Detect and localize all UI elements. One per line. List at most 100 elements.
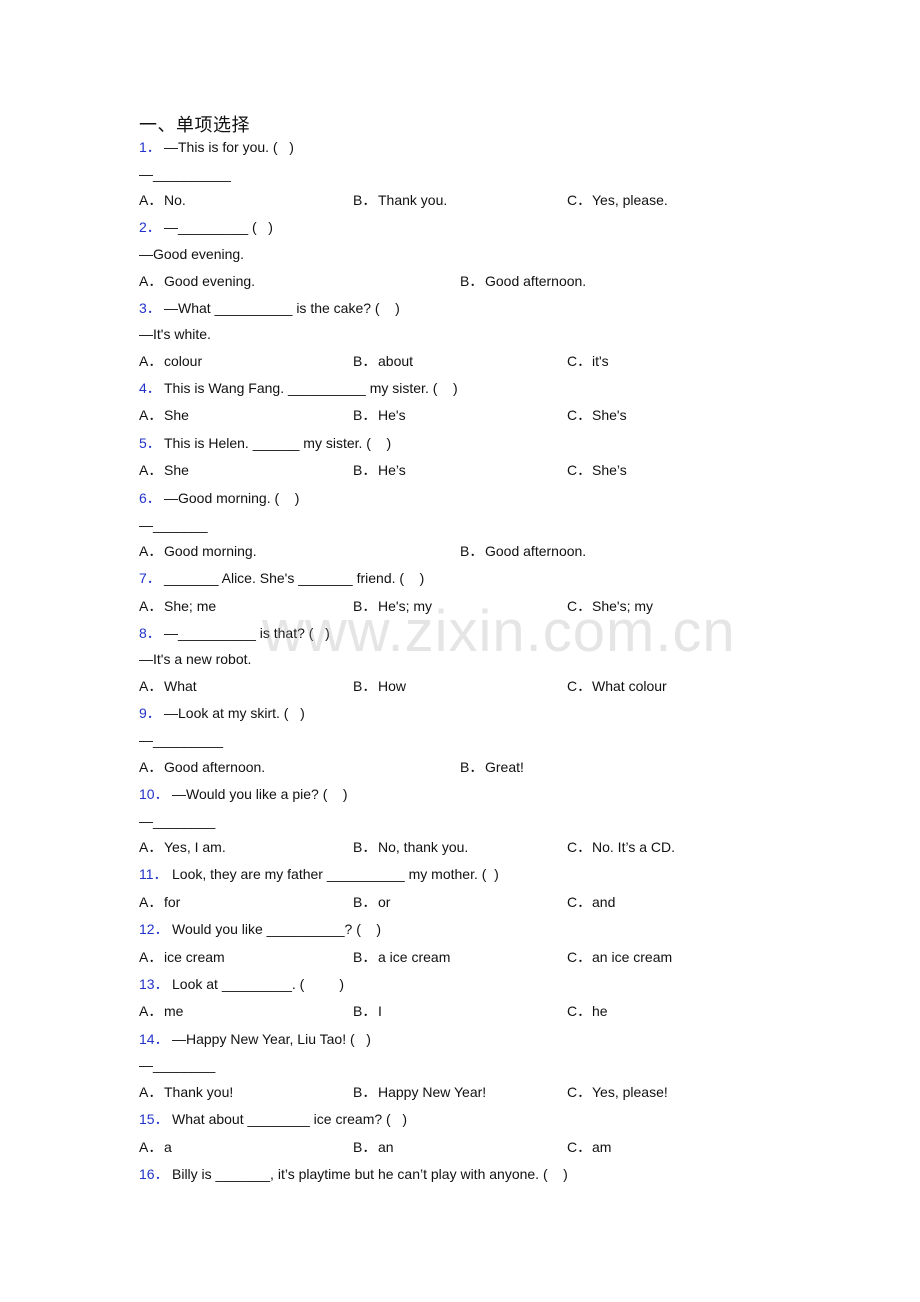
question-number: 5． xyxy=(139,435,161,451)
question-stem: 12． Would you like __________? ( ) xyxy=(139,920,381,938)
question-stem: 16． Billy is _______, it’s playtime but h… xyxy=(139,1165,568,1183)
option-letter: B． xyxy=(353,894,377,910)
option-b[interactable]: B． Great! xyxy=(460,758,524,776)
option-c[interactable]: C．an ice cream xyxy=(567,948,672,966)
question-stem: 10． —Would you like a pie? ( ) xyxy=(139,785,348,803)
option-letter: B． xyxy=(353,353,377,369)
question-stem: 7． _______ Alice. She's _______ friend. (… xyxy=(139,569,424,587)
option-b[interactable]: B． No, thank you. xyxy=(353,838,468,856)
option-b[interactable]: B． or xyxy=(353,893,390,911)
option-a[interactable]: A． Good morning. xyxy=(139,542,257,560)
watermark: www.zixin.com.cn xyxy=(262,599,736,664)
question-text: Look, they are my father __________ my m… xyxy=(172,866,499,882)
option-a[interactable]: A． for xyxy=(139,893,180,911)
question-number: 14． xyxy=(139,1031,169,1047)
option-a[interactable]: A． me xyxy=(139,1002,183,1020)
option-c[interactable]: C．She's xyxy=(567,406,627,424)
option-letter: C． xyxy=(567,949,592,965)
option-b[interactable]: B． an xyxy=(353,1138,394,1156)
option-letter: B． xyxy=(460,273,484,289)
option-b[interactable]: B． He's; my xyxy=(353,597,432,615)
option-c[interactable]: C．he xyxy=(567,1002,608,1020)
option-c[interactable]: C．and xyxy=(567,893,615,911)
option-b[interactable]: B． Good afternoon. xyxy=(460,542,586,560)
option-text: No, thank you. xyxy=(378,839,469,855)
question-stem: 2． —_________ ( ) xyxy=(139,218,273,236)
option-b[interactable]: B． He's xyxy=(353,406,406,424)
option-a[interactable]: A． a xyxy=(139,1138,172,1156)
option-c[interactable]: C．Yes, please! xyxy=(567,1083,668,1101)
option-a[interactable]: A． What xyxy=(139,677,197,695)
option-a[interactable]: A． ice cream xyxy=(139,948,225,966)
option-letter: B． xyxy=(353,462,377,478)
question-stem: 4． This is Wang Fang. __________ my siste… xyxy=(139,379,458,397)
option-a[interactable]: A． She xyxy=(139,406,189,424)
option-b[interactable]: B． How xyxy=(353,677,406,695)
option-letter: C． xyxy=(567,1003,592,1019)
option-c[interactable]: C．She's; my xyxy=(567,597,653,615)
option-a[interactable]: A． She; me xyxy=(139,597,216,615)
option-letter: B． xyxy=(353,1003,377,1019)
question-number: 1． xyxy=(139,139,161,155)
option-a[interactable]: A． Good afternoon. xyxy=(139,758,265,776)
option-letter: C． xyxy=(567,598,592,614)
option-b[interactable]: B． He’s xyxy=(353,461,406,479)
option-b[interactable]: B． Good afternoon. xyxy=(460,272,586,290)
option-letter: C． xyxy=(567,462,592,478)
question-stem: 13． Look at _________. ( ) xyxy=(139,975,344,993)
option-a[interactable]: A． colour xyxy=(139,352,202,370)
question-text: Billy is _______, it’s playtime but he c… xyxy=(172,1166,568,1182)
option-text: I xyxy=(378,1003,382,1019)
option-text: Good evening. xyxy=(164,273,256,289)
option-c[interactable]: C．Yes, please. xyxy=(567,191,668,209)
option-letter: C． xyxy=(567,192,592,208)
option-a[interactable]: A． Thank you! xyxy=(139,1083,233,1101)
option-c[interactable]: C．No. It’s a CD. xyxy=(567,838,675,856)
option-text: Thank you. xyxy=(378,192,448,208)
option-letter: A． xyxy=(139,273,163,289)
option-a[interactable]: A． Good evening. xyxy=(139,272,255,290)
question-text: Look at _________. ( ) xyxy=(172,976,344,992)
option-letter: A． xyxy=(139,759,163,775)
question-reply: —_________ xyxy=(139,732,224,748)
option-text: and xyxy=(592,894,616,910)
option-a[interactable]: A． Yes, I am. xyxy=(139,838,226,856)
option-b[interactable]: B． Thank you. xyxy=(353,191,447,209)
option-text: Good afternoon. xyxy=(485,273,587,289)
option-letter: C． xyxy=(567,353,592,369)
option-text: How xyxy=(378,678,407,694)
question-reply: —It's a new robot. xyxy=(139,651,252,667)
question-number: 10． xyxy=(139,786,169,802)
option-letter: A． xyxy=(139,1003,163,1019)
option-b[interactable]: B． I xyxy=(353,1002,382,1020)
option-a[interactable]: A． No. xyxy=(139,191,186,209)
option-letter: B． xyxy=(353,1139,377,1155)
option-b[interactable]: B． about xyxy=(353,352,413,370)
option-text: She xyxy=(164,462,189,478)
option-letter: C． xyxy=(567,1139,592,1155)
option-text: Good afternoon. xyxy=(164,759,266,775)
option-letter: B． xyxy=(353,839,377,855)
question-text: —Happy New Year, Liu Tao! ( ) xyxy=(172,1031,371,1047)
option-c[interactable]: C．it's xyxy=(567,352,609,370)
option-letter: B． xyxy=(353,949,377,965)
question-text: —This is for you. ( ) xyxy=(164,139,294,155)
option-letter: C． xyxy=(567,407,592,423)
question-stem: 3． —What __________ is the cake? ( ) xyxy=(139,299,400,317)
option-text: She's; my xyxy=(592,598,654,614)
option-text: She xyxy=(164,407,189,423)
option-a[interactable]: A． She xyxy=(139,461,189,479)
question-text: Would you like __________? ( ) xyxy=(172,921,382,937)
question-number: 3． xyxy=(139,300,161,316)
question-text: —Good morning. ( ) xyxy=(164,490,300,506)
option-b[interactable]: B． a ice cream xyxy=(353,948,450,966)
option-text: Happy New Year! xyxy=(378,1084,487,1100)
option-c[interactable]: C．am xyxy=(567,1138,611,1156)
option-c[interactable]: C．She’s xyxy=(567,461,627,479)
option-text: me xyxy=(164,1003,184,1019)
option-letter: C． xyxy=(567,678,592,694)
option-c[interactable]: C．What colour xyxy=(567,677,667,695)
question-number: 2． xyxy=(139,219,161,235)
option-text: He’s xyxy=(378,462,406,478)
option-b[interactable]: B． Happy New Year! xyxy=(353,1083,486,1101)
